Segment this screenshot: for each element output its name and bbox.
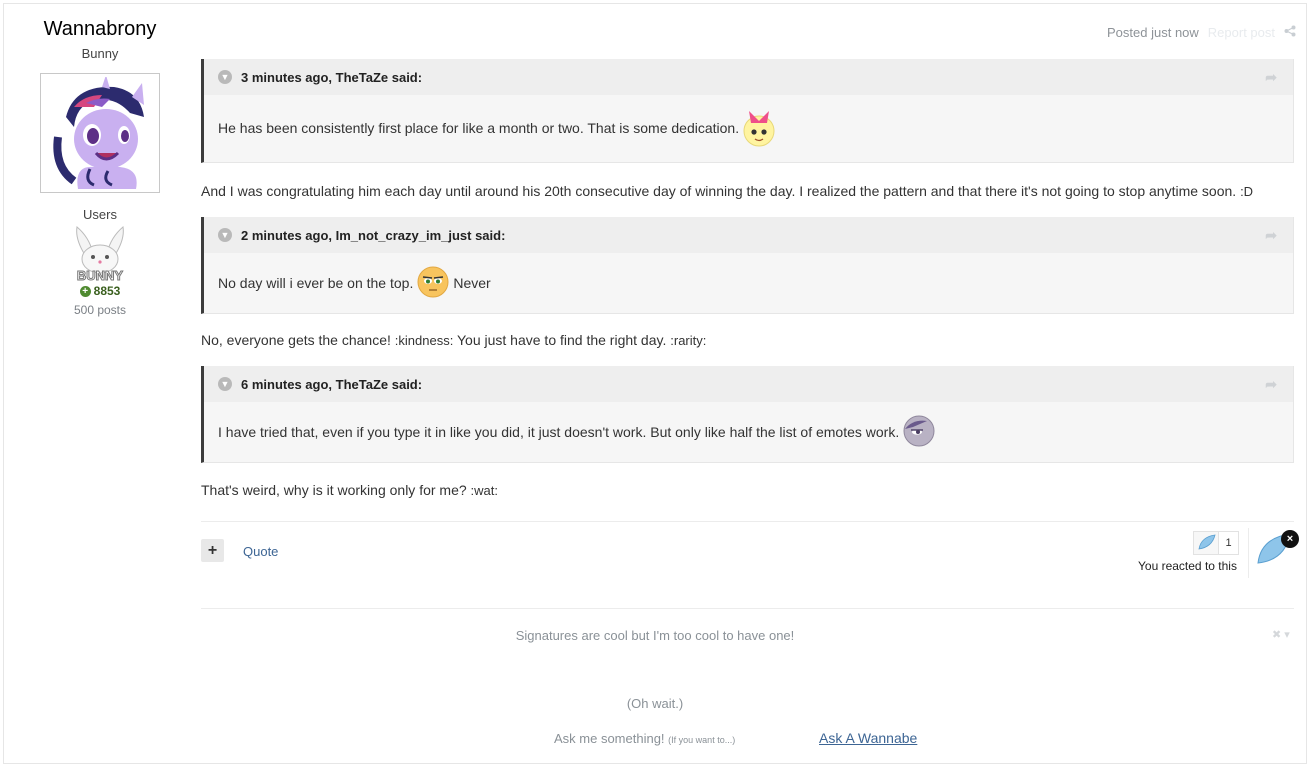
divider <box>201 608 1294 609</box>
quote-button[interactable]: Quote <box>243 544 278 559</box>
quote-content: I have tried that, even if you type it i… <box>204 402 1293 462</box>
ask-text: Ask me something! <box>554 731 665 746</box>
post-paragraph: And I was congratulating him each day un… <box>201 183 1253 199</box>
chevron-down-icon[interactable]: ▼ <box>218 377 232 391</box>
chevron-down-icon[interactable]: ▼ <box>218 228 232 242</box>
quote-block: ▼ 2 minutes ago, Im_not_crazy_im_just sa… <box>201 217 1294 314</box>
quote-text: No day will i ever be on the top. <box>218 275 414 291</box>
reputation-badge[interactable]: + 8853 <box>30 284 170 298</box>
signature-line: Signatures are cool but I'm too cool to … <box>515 628 795 643</box>
ask-small-text: (If you want to...) <box>668 735 736 745</box>
quote-citation: 3 minutes ago, TheTaZe said: <box>241 69 423 85</box>
forward-arrow-icon[interactable]: ➦ <box>1265 376 1277 393</box>
reaction-summary[interactable]: 1 <box>1193 531 1239 555</box>
quote-block: ▼ 6 minutes ago, TheTaZe said: ➦ I have … <box>201 366 1294 463</box>
paragraph-text: You just have to find the right day. <box>456 332 667 348</box>
avatar[interactable] <box>40 73 160 193</box>
emote-code: :rarity: <box>670 333 707 348</box>
emote-code: :wat: <box>470 483 499 498</box>
forward-arrow-icon[interactable]: ➦ <box>1265 227 1277 244</box>
emote-code: :kindness: <box>394 333 454 348</box>
divider <box>201 521 1294 522</box>
author-name[interactable]: Wannabrony <box>30 17 170 41</box>
svg-text:BUNNY: BUNNY <box>77 268 124 283</box>
applejack-emote-icon <box>417 266 449 301</box>
user-group: Users <box>83 207 117 222</box>
share-icon[interactable] <box>1284 25 1296 40</box>
reacted-status: You reacted to this <box>1138 559 1237 573</box>
chevron-down-icon[interactable]: ▼ <box>218 70 232 84</box>
quote-header: ▼ 2 minutes ago, Im_not_crazy_im_just sa… <box>204 217 1293 253</box>
quote-citation: 2 minutes ago, Im_not_crazy_im_just said… <box>241 227 506 243</box>
emote-code: :D <box>1240 184 1254 199</box>
bunny-badge-icon: BUNNY <box>55 223 145 285</box>
author-title: Bunny <box>81 46 119 61</box>
report-link[interactable]: Report post <box>1208 25 1275 40</box>
post-count: 500 posts <box>73 303 127 317</box>
remove-reaction-button[interactable]: × <box>1281 530 1299 548</box>
quote-text: I have tried that, even if you type it i… <box>218 424 900 440</box>
paragraph-text: No, everyone gets the chance! <box>201 332 391 348</box>
paragraph-text: That's weird, why is it working only for… <box>201 482 467 498</box>
post-paragraph: That's weird, why is it working only for… <box>201 482 498 498</box>
plus-circle-icon: + <box>79 285 91 297</box>
quote-content: He has been consistently first place for… <box>204 95 1293 161</box>
signature-ask: Ask me something! (If you want to...) <box>554 731 735 746</box>
author-panel: Wannabrony Bunny Users BUNNY + 8853 500 … <box>30 17 170 317</box>
divider <box>1248 528 1249 578</box>
applebloom-emote-icon <box>743 107 775 150</box>
quote-text-after: Never <box>453 275 491 291</box>
reaction-count: 1 <box>1218 532 1238 554</box>
multiquote-button[interactable]: + <box>201 539 224 562</box>
posted-time[interactable]: Posted just now <box>1107 25 1199 40</box>
signature-line: (Oh wait.) <box>626 696 684 711</box>
reputation-count: 8853 <box>93 284 121 298</box>
quote-header: ▼ 3 minutes ago, TheTaZe said: ➦ <box>204 59 1293 95</box>
forward-arrow-icon[interactable]: ➦ <box>1265 69 1277 86</box>
reaction-icon <box>1198 534 1216 553</box>
signature-controls[interactable]: ✖ ▾ <box>1272 628 1290 641</box>
ask-wannabe-link[interactable]: Ask A Wannabe <box>819 730 917 746</box>
quote-block: ▼ 3 minutes ago, TheTaZe said: ➦ He has … <box>201 59 1294 163</box>
quote-text: He has been consistently first place for… <box>218 120 740 136</box>
quote-citation: 6 minutes ago, TheTaZe said: <box>241 376 423 392</box>
post-paragraph: No, everyone gets the chance! :kindness:… <box>201 332 706 348</box>
quote-header: ▼ 6 minutes ago, TheTaZe said: ➦ <box>204 366 1293 402</box>
quote-content: No day will i ever be on the top. Never <box>204 253 1293 313</box>
post-meta: Posted just now Report post <box>1107 25 1296 40</box>
maud-emote-icon <box>903 415 935 450</box>
paragraph-text: And I was congratulating him each day un… <box>201 183 1237 199</box>
pony-avatar-icon <box>44 77 156 189</box>
